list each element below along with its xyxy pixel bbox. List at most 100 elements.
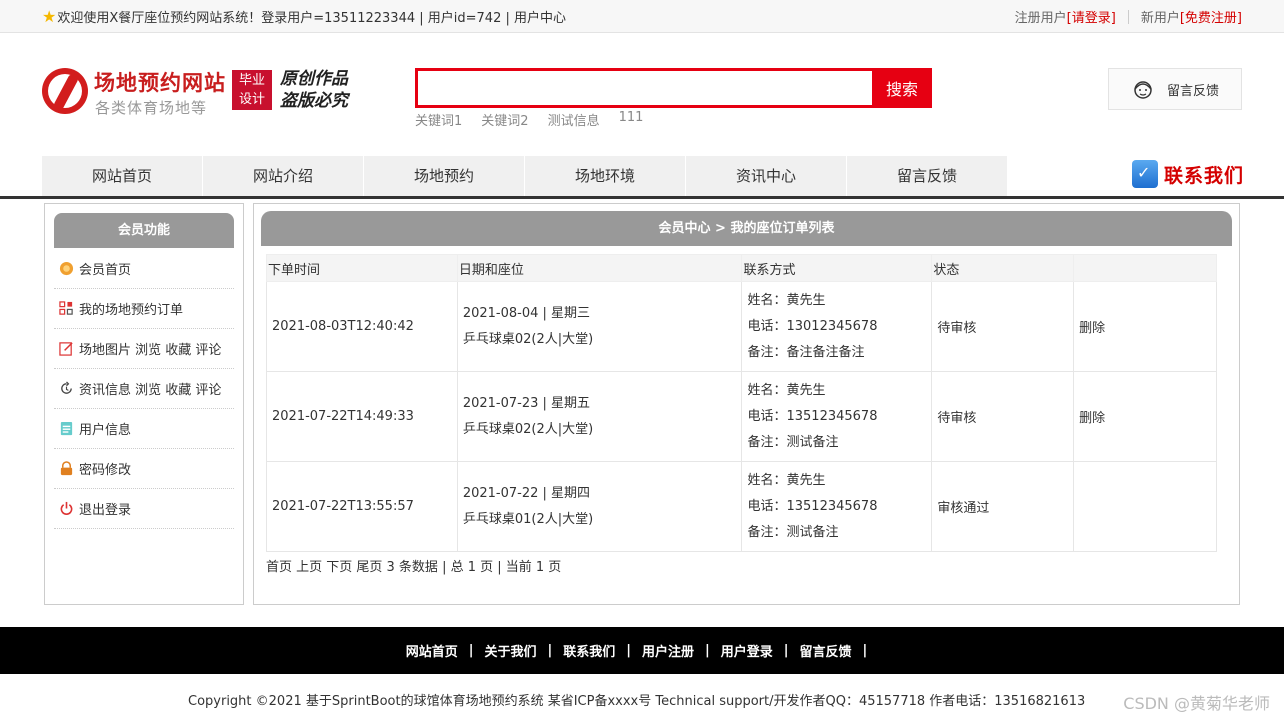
page-title: 会员中心 > 我的座位订单列表 (261, 211, 1232, 246)
sidebar-menu: 会员首页 我的场地预约订单 场地图片 浏览 收藏 评论 资讯信息 浏览 收藏 评… (54, 249, 234, 529)
feedback-label: 留言反馈 (1167, 83, 1220, 99)
column-header (1073, 254, 1217, 282)
nav-item-feedback[interactable]: 留言反馈 (847, 156, 1007, 196)
member-sidebar: 会员功能 会员首页 我的场地预约订单 场地图片 浏览 收藏 评论 资讯信息 浏览… (44, 203, 244, 605)
nav-item-booking[interactable]: 场地预约 (364, 156, 524, 196)
divider (1127, 9, 1129, 24)
booking-date: 2021-07-23 | 星期五 (462, 395, 591, 411)
slogan: 原创作品 盗版必究 (280, 68, 348, 112)
logo-icon[interactable] (42, 68, 88, 114)
lock-icon (60, 461, 73, 476)
login-link[interactable]: [请登录] (1067, 7, 1116, 26)
sidebar-item-news[interactable]: 资讯信息 浏览 收藏 评论 (54, 369, 234, 409)
orders-icon (59, 301, 73, 315)
date-seat-cell: 2021-07-23 | 星期五 乒乓球桌02(2人|大堂) (456, 371, 743, 462)
sidebar-item-label: 密码修改 (79, 463, 132, 478)
table-row: 2021-07-22T13:55:57 2021-07-22 | 星期四 乒乓球… (266, 461, 1217, 552)
search-input[interactable] (418, 71, 872, 105)
date-seat-cell: 2021-08-04 | 星期三 乒乓球桌02(2人|大堂) (456, 281, 743, 372)
footer-link-home[interactable]: 网站首页 (406, 641, 458, 660)
welcome-message: 欢迎使用X餐厅座位预约网站系统！登录用户=13511223344 | 用户id=… (57, 11, 566, 26)
column-header: 联系方式 (741, 254, 933, 282)
contact-note: 备注：测试备注 (747, 434, 839, 450)
separator: | (783, 643, 789, 658)
signup-link[interactable]: [免费注册] (1180, 7, 1242, 26)
nav-item-news[interactable]: 资讯中心 (686, 156, 846, 196)
top-bar: ★ 欢迎使用X餐厅座位预约网站系统！登录用户=13511223344 | 用户i… (0, 0, 1284, 33)
order-status: 审核通过 (931, 461, 1075, 552)
refresh-icon (61, 381, 72, 394)
hot-keyword[interactable]: 111 (619, 110, 644, 129)
hot-keyword[interactable]: 关键词1 (415, 110, 462, 129)
main-content: 会员中心 > 我的座位订单列表 下单时间 日期和座位 联系方式 状态 2021-… (253, 203, 1240, 605)
contact-cell: 姓名：黄先生 电话：13012345678 备注：备注备注备注 (741, 281, 933, 372)
badge-line-1: 毕业 (238, 73, 265, 88)
separator: | (468, 643, 474, 658)
sidebar-item-member-home[interactable]: 会员首页 (54, 249, 234, 289)
contact-phone: 电话：13012345678 (747, 318, 878, 334)
table-row: 2021-07-22T14:49:33 2021-07-23 | 星期五 乒乓球… (266, 371, 1217, 462)
delete-link[interactable]: 删除 (1073, 371, 1217, 462)
hot-keyword[interactable]: 关键词2 (481, 110, 528, 129)
nav-item-home[interactable]: 网站首页 (42, 156, 202, 196)
welcome-text: ★ 欢迎使用X餐厅座位预约网站系统！登录用户=13511223344 | 用户i… (42, 7, 566, 26)
separator: | (547, 643, 553, 658)
contact-note: 备注：备注备注备注 (747, 344, 865, 360)
hot-keyword[interactable]: 测试信息 (548, 110, 600, 129)
contact-label: 联系我们 (1164, 164, 1245, 187)
contact-note: 备注：测试备注 (747, 524, 839, 540)
table-header-row: 下单时间 日期和座位 联系方式 状态 (266, 254, 1217, 282)
contact-name: 姓名：黄先生 (747, 382, 826, 398)
search-button[interactable]: 搜索 (872, 68, 932, 108)
nav-item-about[interactable]: 网站介绍 (203, 156, 363, 196)
order-time: 2021-08-03T12:40:42 (266, 281, 458, 372)
member-home-icon (59, 261, 74, 276)
seat-name: 乒乓球桌02(2人|大堂) (462, 421, 594, 437)
sidebar-item-orders[interactable]: 我的场地预约订单 (54, 289, 234, 329)
contact-cell: 姓名：黄先生 电话：13512345678 备注：测试备注 (741, 371, 933, 462)
order-time: 2021-07-22T13:55:57 (266, 461, 458, 552)
booking-date: 2021-08-04 | 星期三 (462, 305, 591, 321)
sidebar-item-venue-images[interactable]: 场地图片 浏览 收藏 评论 (54, 329, 234, 369)
search-bar: 搜索 (415, 68, 932, 108)
star-icon: ★ (42, 6, 57, 26)
customer-service-icon (1134, 81, 1152, 99)
sidebar-item-label: 退出登录 (79, 503, 132, 518)
column-header: 日期和座位 (456, 254, 743, 282)
order-time: 2021-07-22T14:49:33 (266, 371, 458, 462)
power-icon (60, 501, 73, 516)
graduation-badge: 毕业 设计 (232, 70, 272, 110)
date-seat-cell: 2021-07-22 | 星期四 乒乓球桌01(2人|大堂) (456, 461, 743, 552)
footer-link-about[interactable]: 关于我们 (484, 641, 536, 660)
column-header: 下单时间 (266, 254, 458, 282)
sidebar-item-label: 场地图片 浏览 收藏 评论 (79, 343, 222, 358)
footer-link-contact[interactable]: 联系我们 (563, 641, 615, 660)
contact-cell: 姓名：黄先生 电话：13512345678 备注：测试备注 (741, 461, 933, 552)
contact-us-link[interactable]: 联系我们 (1132, 160, 1244, 188)
delete-link[interactable]: 删除 (1073, 281, 1217, 372)
sidebar-item-label: 资讯信息 浏览 收藏 评论 (79, 383, 222, 398)
separator: | (705, 643, 710, 658)
sidebar-item-logout[interactable]: 退出登录 (54, 489, 234, 529)
sidebar-title: 会员功能 (54, 213, 234, 248)
order-status: 待审核 (931, 281, 1075, 372)
footer-link-register[interactable]: 用户注册 (642, 641, 694, 660)
badge-line-2: 设计 (238, 92, 265, 107)
check-icon (1132, 160, 1158, 188)
footer-link-login[interactable]: 用户登录 (721, 641, 773, 660)
order-status: 待审核 (931, 371, 1075, 462)
separator: | (862, 643, 868, 658)
pagination[interactable]: 首页 上页 下页 尾页 3 条数据 | 总 1 页 | 当前 1 页 (266, 556, 561, 575)
contact-name: 姓名：黄先生 (747, 472, 826, 488)
edit-icon (59, 342, 73, 356)
slogan-line-1: 原创作品 (280, 69, 348, 89)
footer-link-feedback[interactable]: 留言反馈 (800, 641, 852, 660)
booking-date: 2021-07-22 | 星期四 (462, 485, 591, 501)
sidebar-item-user-info[interactable]: 用户信息 (54, 409, 234, 449)
site-title[interactable]: 场地预约网站 (94, 67, 226, 97)
feedback-button[interactable]: 留言反馈 (1108, 68, 1242, 110)
sidebar-item-password[interactable]: 密码修改 (54, 449, 234, 489)
copyright-text: Copyright ©2021 基于SprintBoot的球馆体育场地预约系统 … (188, 694, 1086, 709)
orders-table: 下单时间 日期和座位 联系方式 状态 2021-08-03T12:40:42 2… (266, 254, 1217, 552)
nav-item-environment[interactable]: 场地环境 (525, 156, 685, 196)
